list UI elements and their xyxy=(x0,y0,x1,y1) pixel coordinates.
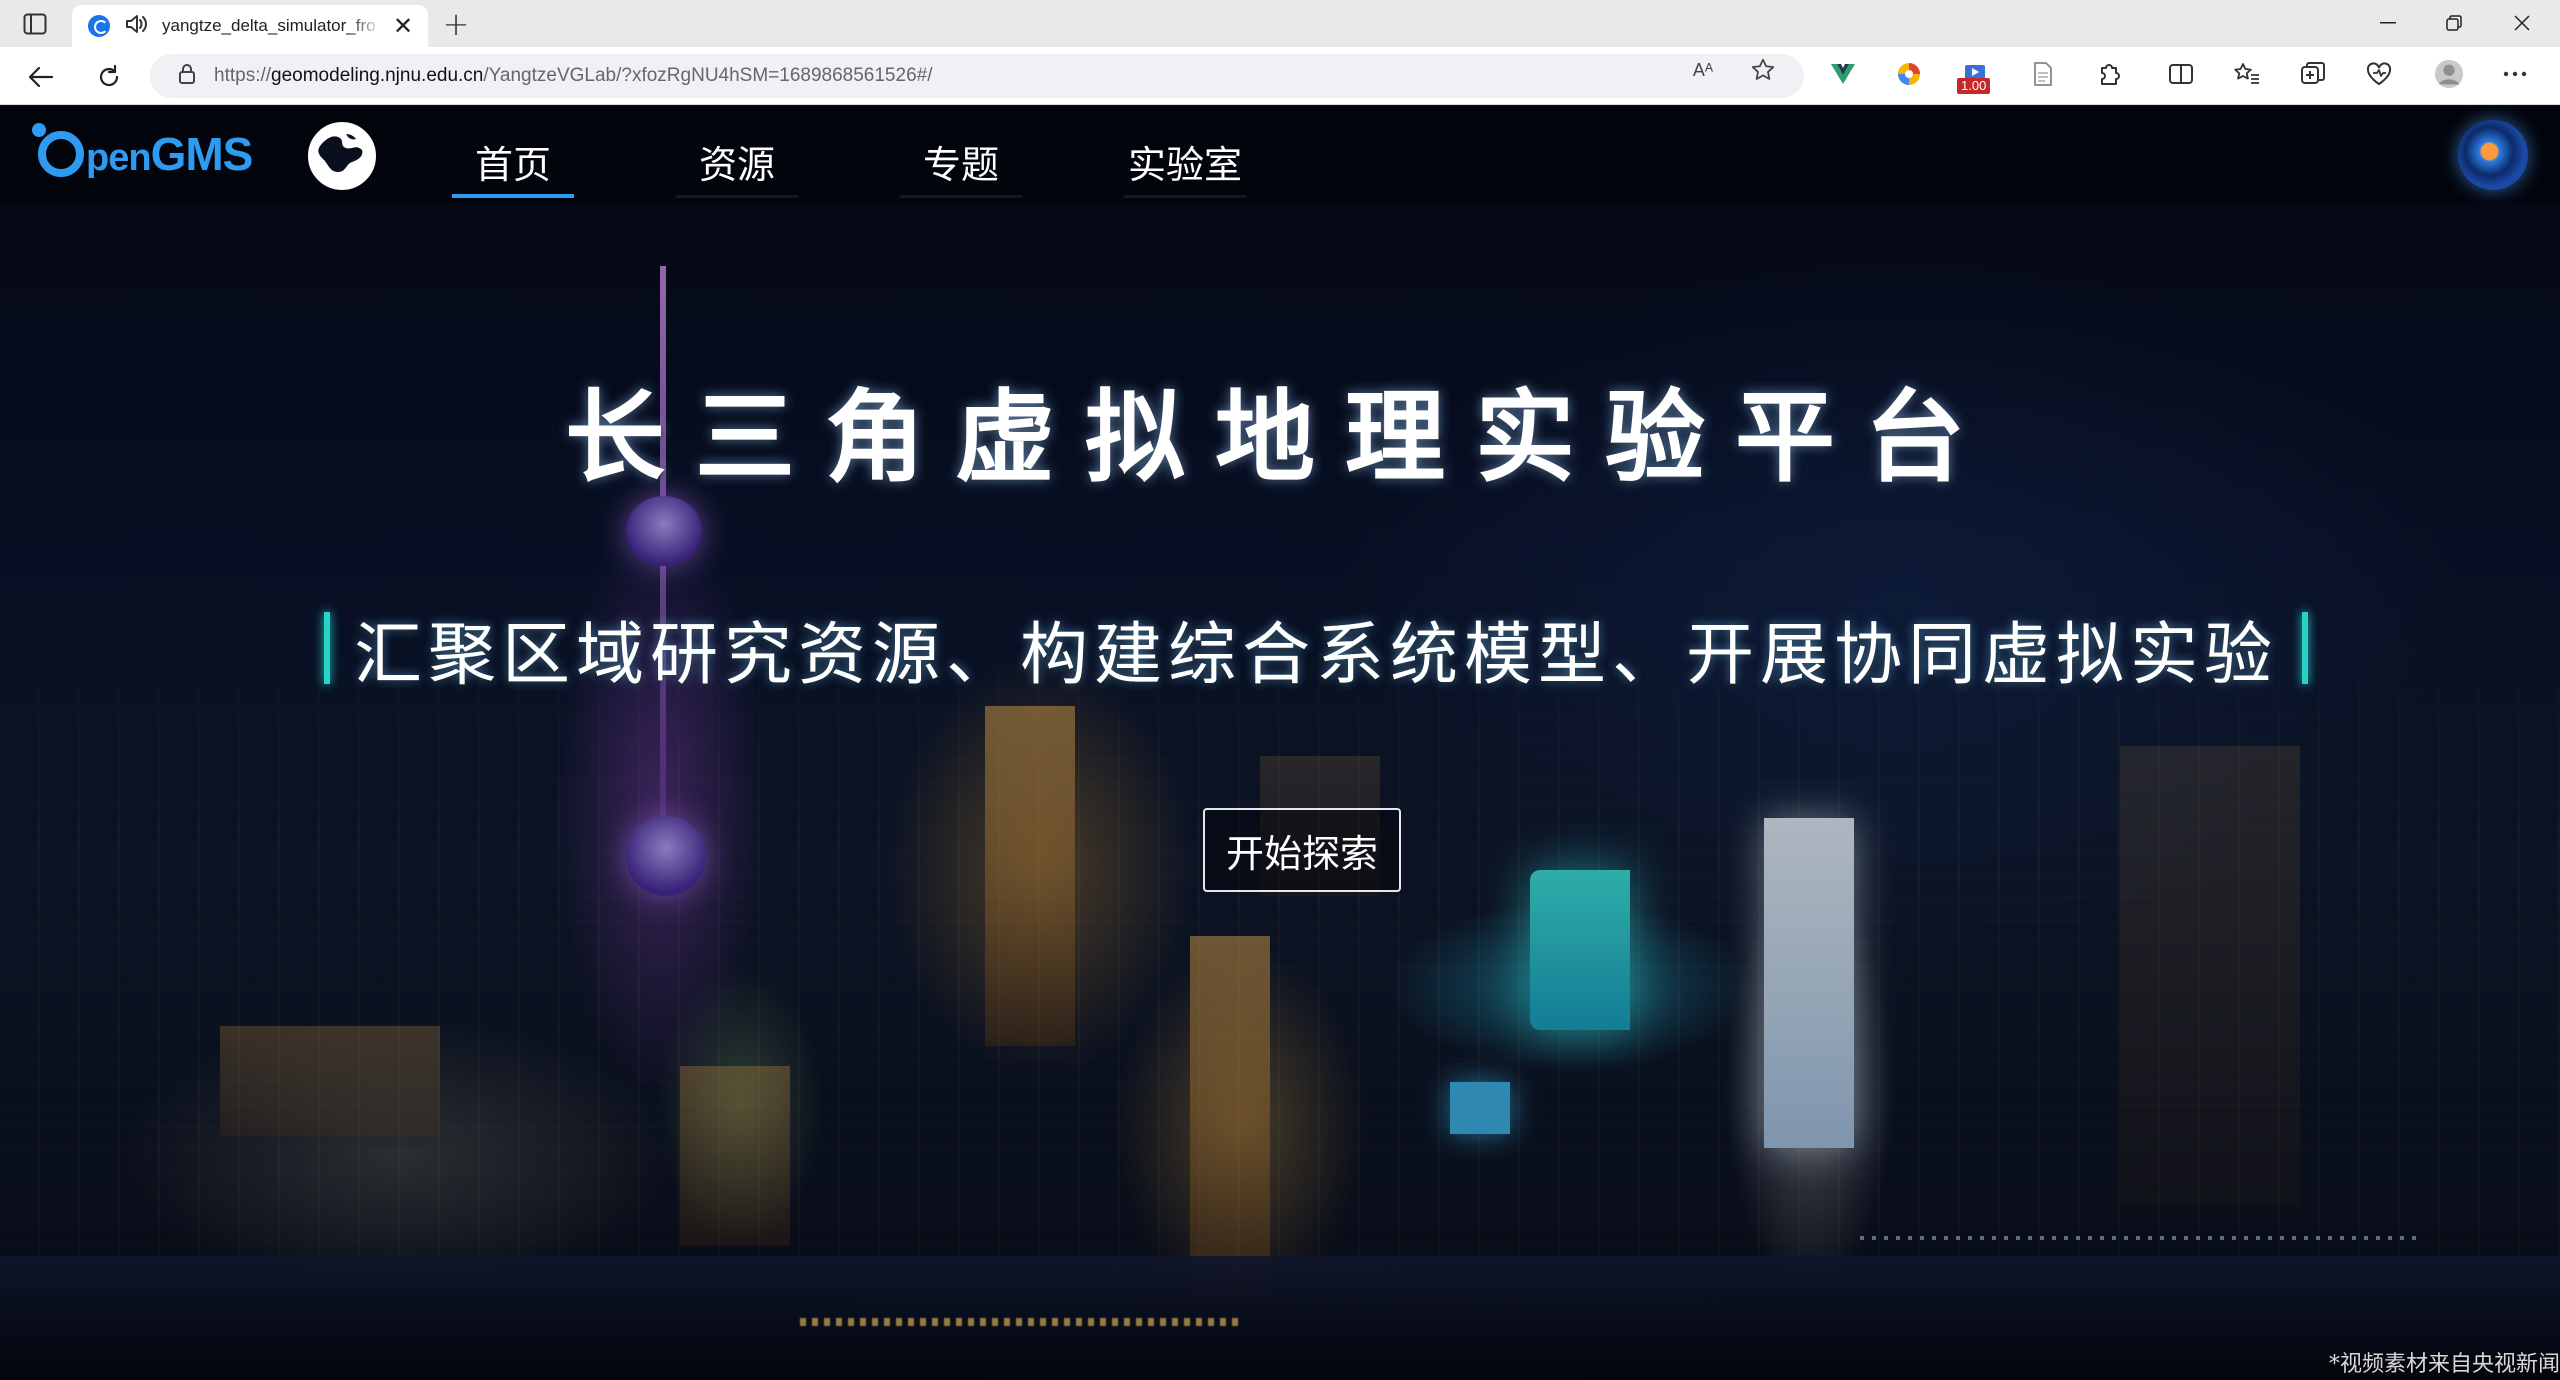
favorites-icon[interactable] xyxy=(2232,59,2262,89)
nav-home[interactable]: 首页 xyxy=(452,128,574,198)
extensions-puzzle-icon[interactable] xyxy=(2094,59,2124,89)
close-window-icon[interactable] xyxy=(2492,4,2552,42)
tab-title: yangtze_delta_simulator_fro xyxy=(162,16,376,35)
site-favicon-icon xyxy=(88,15,110,37)
favorite-star-icon[interactable] xyxy=(1748,57,1778,83)
profile-avatar-icon[interactable] xyxy=(2434,59,2464,89)
tab-actions-icon[interactable] xyxy=(18,10,52,38)
browser-tab-bar: yangtze_delta_simulator_fro ✕ + xyxy=(0,0,2560,47)
hero-title: 长三角虚拟地理实验平台 xyxy=(565,379,1995,496)
video-credit: *视频素材来自央视新闻 xyxy=(2328,1352,2560,1377)
overlay xyxy=(0,106,2560,1380)
nav-topics[interactable]: 专题 xyxy=(900,128,1022,198)
nav-laboratory[interactable]: 实验室 xyxy=(1124,128,1246,198)
address-bar[interactable]: https://geomodeling.njnu.edu.cn/YangtzeV… xyxy=(150,54,1804,98)
split-screen-icon[interactable] xyxy=(2166,59,2196,89)
hero-subtitle: 汇聚区域研究资源、构建综合系统模型、开展协同虚拟实验 xyxy=(353,615,2278,695)
start-explore-button[interactable]: 开始探索 xyxy=(1203,808,1401,892)
lock-icon[interactable] xyxy=(178,63,196,89)
extension-badge: 1.00 xyxy=(1957,78,1991,94)
minimize-icon[interactable] xyxy=(2358,4,2418,42)
hero-subtitle-container: 汇聚区域研究资源、构建综合系统模型、开展协同虚拟实验 xyxy=(206,608,2426,695)
new-tab-icon[interactable]: + xyxy=(440,5,472,43)
subtitle-right-bar xyxy=(2302,612,2308,684)
document-icon[interactable] xyxy=(2028,59,2058,89)
logo-text: penGMS xyxy=(86,128,253,180)
tab-close-icon[interactable]: ✕ xyxy=(392,14,414,38)
browser-essentials-icon[interactable] xyxy=(2364,59,2394,89)
web-page: penGMS 首页 资源 专题 实验室 长三角虚拟地理实验平台 汇聚区域研究资源… xyxy=(0,106,2560,1380)
restore-icon[interactable] xyxy=(2424,4,2484,42)
back-icon[interactable] xyxy=(24,60,58,94)
read-aloud-icon[interactable]: Aᴬ xyxy=(1688,57,1718,83)
colorful-extension-icon[interactable] xyxy=(1894,59,1924,89)
logo-o-mark xyxy=(32,123,84,177)
site-header: penGMS 首页 资源 专题 实验室 xyxy=(0,106,2560,204)
vue-devtools-icon[interactable] xyxy=(1828,59,1858,89)
opengms-logo[interactable]: penGMS xyxy=(32,123,253,184)
main-nav: 首页 资源 专题 实验室 xyxy=(452,128,1348,200)
url-text: https://geomodeling.njnu.edu.cn/YangtzeV… xyxy=(214,65,933,86)
collections-icon[interactable] xyxy=(2298,59,2328,89)
reload-icon[interactable] xyxy=(92,60,126,94)
more-menu-icon[interactable] xyxy=(2500,59,2530,89)
globe-logo-icon[interactable] xyxy=(306,120,378,196)
nav-resources[interactable]: 资源 xyxy=(676,128,798,198)
user-avatar[interactable] xyxy=(2458,120,2528,190)
browser-tab[interactable]: yangtze_delta_simulator_fro ✕ xyxy=(72,5,428,47)
speaker-icon[interactable] xyxy=(124,13,148,39)
